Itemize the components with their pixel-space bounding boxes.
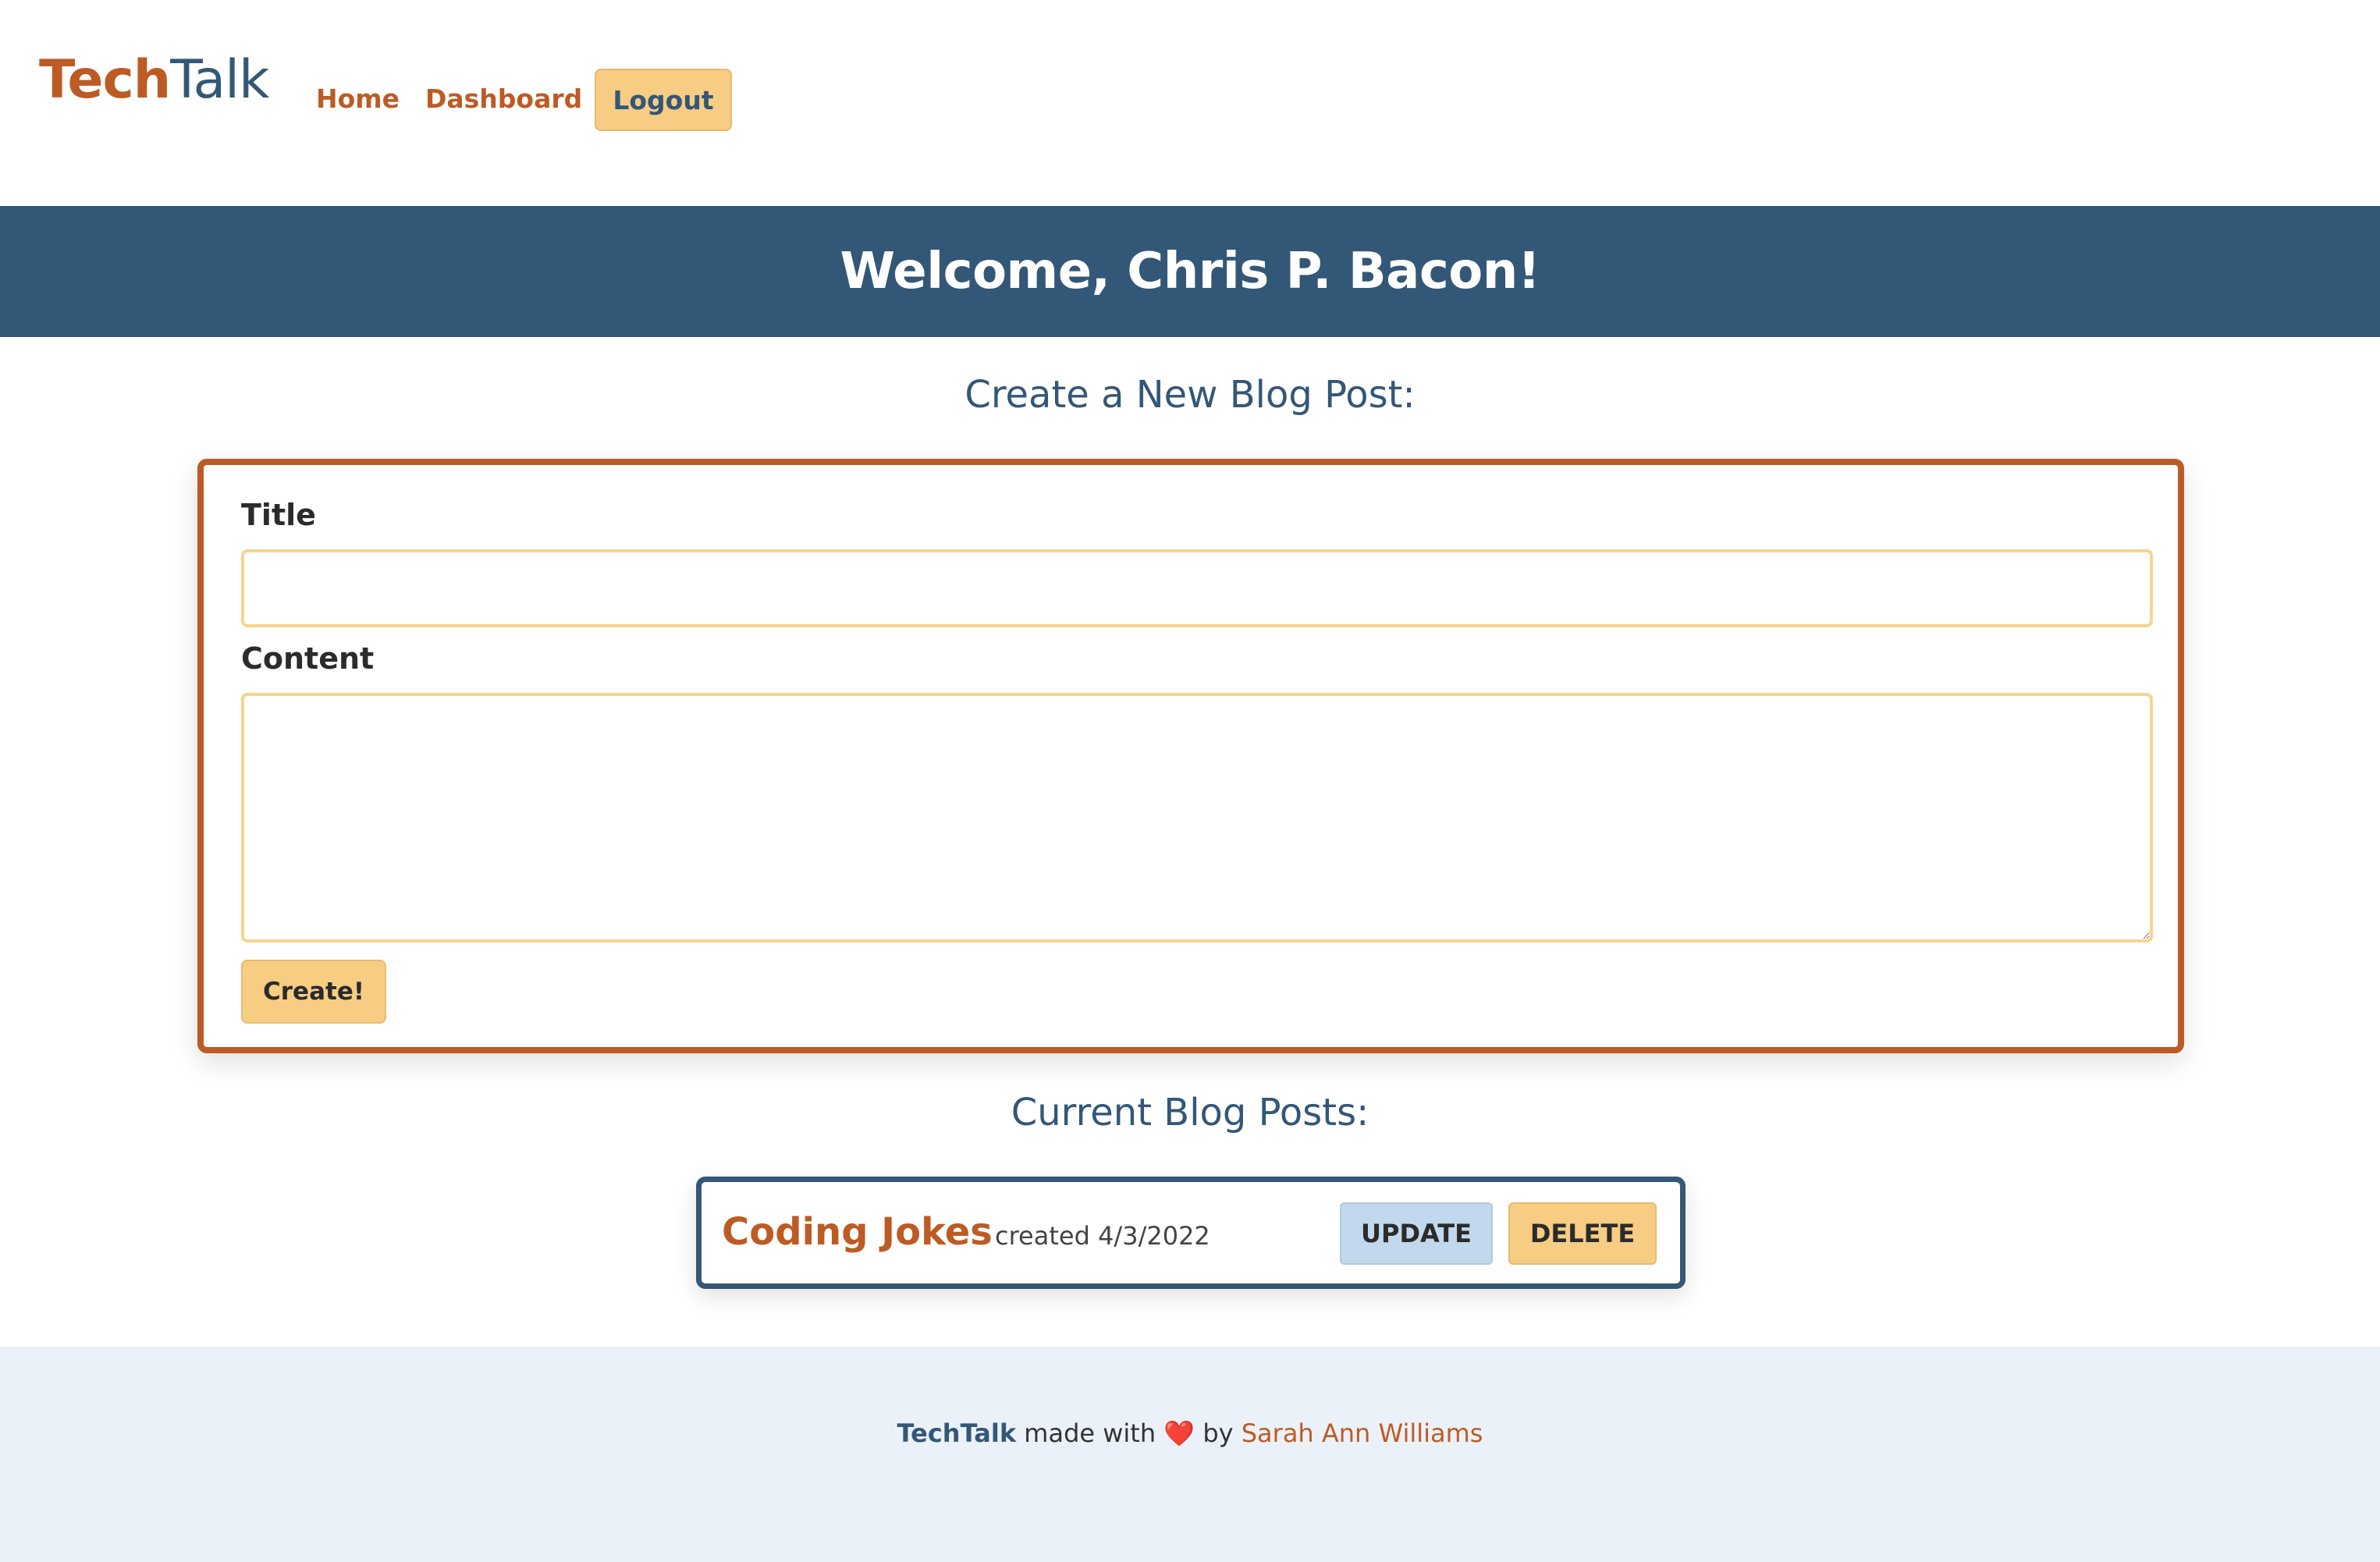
logout-button[interactable]: Logout bbox=[595, 69, 732, 131]
footer-by: by bbox=[1202, 1418, 1234, 1448]
post-title-link[interactable]: Coding Jokes bbox=[722, 1210, 993, 1254]
current-posts-heading: Current Blog Posts: bbox=[1011, 1091, 1369, 1134]
brand-logo[interactable]: TechTalk bbox=[39, 47, 269, 114]
post-card: Coding Jokes created 4/3/2022 UPDATE DEL… bbox=[696, 1177, 1686, 1289]
footer-made-with: made with bbox=[1024, 1418, 1156, 1448]
footer: TechTalk made with ❤️ by Sarah Ann Willi… bbox=[0, 1347, 2380, 1562]
footer-brand: TechTalk bbox=[897, 1418, 1017, 1448]
post-created-date: created 4/3/2022 bbox=[995, 1221, 1210, 1251]
content-label: Content bbox=[241, 641, 375, 676]
footer-credit: TechTalk made with ❤️ by Sarah Ann Willi… bbox=[0, 1418, 2380, 1448]
footer-author-link[interactable]: Sarah Ann Williams bbox=[1242, 1418, 1483, 1448]
welcome-banner: Welcome, Chris P. Bacon! bbox=[0, 206, 2380, 337]
create-post-form: Title Content Create! bbox=[197, 459, 2184, 1053]
heart-icon: ❤️ bbox=[1163, 1418, 1195, 1448]
welcome-heading: Welcome, Chris P. Bacon! bbox=[840, 243, 1540, 300]
content-textarea[interactable] bbox=[241, 693, 2153, 943]
nav-link-dashboard[interactable]: Dashboard bbox=[425, 81, 582, 117]
title-label: Title bbox=[241, 498, 316, 532]
create-post-heading: Create a New Blog Post: bbox=[964, 373, 1416, 417]
create-post-button[interactable]: Create! bbox=[241, 960, 386, 1024]
brand-tech-text: Tech bbox=[39, 49, 171, 111]
update-post-button[interactable]: UPDATE bbox=[1340, 1202, 1493, 1265]
title-input[interactable] bbox=[241, 549, 2153, 627]
nav-link-home[interactable]: Home bbox=[316, 81, 400, 117]
delete-post-button[interactable]: DELETE bbox=[1508, 1202, 1657, 1265]
brand-talk-text: Talk bbox=[170, 49, 269, 111]
navbar: TechTalk Home Dashboard Logout bbox=[0, 0, 2380, 206]
